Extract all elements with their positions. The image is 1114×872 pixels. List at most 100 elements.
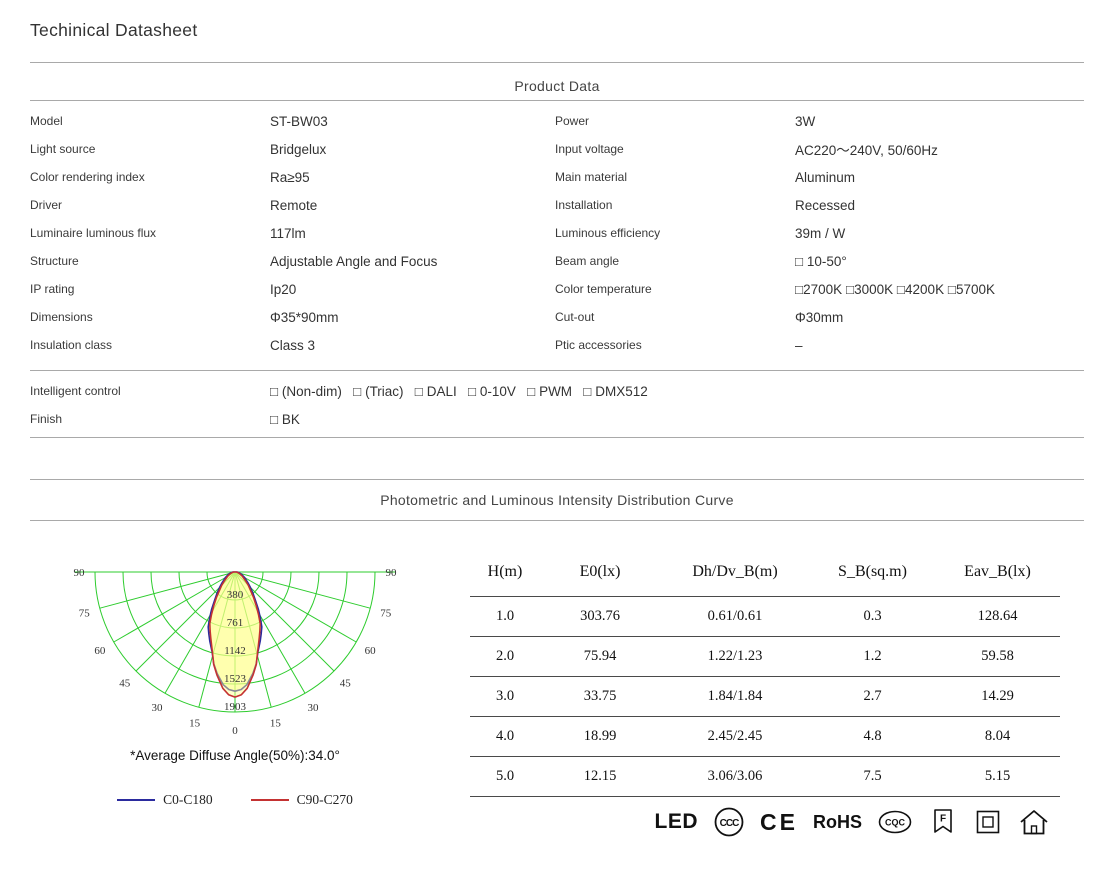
double-square-mark-icon — [976, 810, 1000, 834]
spec-label-luminous-flux: Luminaire luminous flux — [30, 226, 157, 240]
spec-label-ip-rating: IP rating — [30, 282, 75, 296]
spec-value-luminous-flux: 117lm — [270, 225, 306, 241]
spec-label-ptic-accessories: Ptic accessories — [555, 338, 642, 352]
svg-text:0: 0 — [232, 725, 238, 737]
svg-text:1903: 1903 — [224, 701, 247, 713]
f-mark-icon: F — [934, 809, 952, 833]
ccc-mark-label: CCC — [720, 818, 739, 829]
product-spec-grid: Model ST-BW03 Power 3W Light source Brid… — [30, 107, 1084, 359]
divider — [30, 62, 1084, 63]
ce-mark: CE — [760, 808, 798, 835]
table-row: 4.0 18.99 2.45/2.45 4.8 8.04 — [470, 716, 1060, 757]
cell: 1.22/1.23 — [660, 636, 810, 677]
svg-text:761: 761 — [227, 617, 244, 629]
table-row: 1.0 303.76 0.61/0.61 0.3 128.64 — [470, 596, 1060, 637]
spec-label-finish: Finish — [30, 412, 63, 426]
svg-text:1523: 1523 — [224, 673, 247, 685]
cell: 3.06/3.06 — [660, 756, 810, 797]
svg-text:60: 60 — [365, 645, 377, 657]
illuminance-table: H(m) E0(lx) Dh/Dv_B(m) S_B(sq.m) Eav_B(l… — [470, 548, 1060, 797]
spec-value-cri: Ra≥95 — [270, 169, 310, 185]
cell: 5.15 — [935, 756, 1060, 797]
svg-text:15: 15 — [270, 718, 282, 730]
cell: 128.64 — [935, 596, 1060, 637]
svg-text:380: 380 — [227, 589, 244, 601]
diffuse-angle-caption: *Average Diffuse Angle(50%):34.0° — [130, 748, 340, 763]
cell: 4.0 — [470, 716, 540, 757]
cell: 303.76 — [540, 596, 660, 637]
cell: 2.0 — [470, 636, 540, 677]
datasheet-page: Techinical Datasheet Product Data Model … — [0, 0, 1114, 872]
cell: 14.29 — [935, 676, 1060, 717]
svg-text:90: 90 — [74, 567, 86, 579]
table-header-row: H(m) E0(lx) Dh/Dv_B(m) S_B(sq.m) Eav_B(l… — [470, 548, 1060, 597]
c0-c180-line-swatch — [117, 799, 156, 801]
svg-text:30: 30 — [152, 702, 164, 714]
col-header: Dh/Dv_B(m) — [660, 548, 810, 597]
col-header: S_B(sq.m) — [810, 548, 935, 597]
svg-text:45: 45 — [119, 677, 131, 689]
rohs-mark: RoHS — [813, 811, 862, 832]
svg-text:60: 60 — [94, 645, 106, 657]
spec-value-main-material: Aluminum — [795, 169, 856, 185]
spec-label-structure: Structure — [30, 254, 79, 268]
spec-label-cri: Color rendering index — [30, 170, 145, 184]
photometric-section-title: Photometric and Luminous Intensity Distr… — [380, 492, 734, 508]
led-mark: LED — [654, 810, 699, 833]
svg-text:15: 15 — [189, 718, 201, 730]
spec-value-driver: Remote — [270, 197, 318, 213]
illuminance-table-wrap: H(m) E0(lx) Dh/Dv_B(m) S_B(sq.m) Eav_B(l… — [470, 548, 1060, 797]
spec-label-main-material: Main material — [555, 170, 628, 184]
spec-value-cut-out: Φ30mm — [795, 309, 844, 325]
spec-value-color-temperature: □2700K □3000K □4200K □5700K — [795, 281, 996, 297]
spec-value-input-voltage: AC220～240V, 50/60Hz — [795, 143, 938, 158]
table-row: 2.0 75.94 1.22/1.23 1.2 59.58 — [470, 636, 1060, 677]
spec-value-model: ST-BW03 — [270, 113, 328, 129]
cell: 3.0 — [470, 676, 540, 717]
cell: 2.7 — [810, 676, 935, 717]
cell: 2.45/2.45 — [660, 716, 810, 757]
cell: 12.15 — [540, 756, 660, 797]
spec-value-installation: Recessed — [795, 197, 856, 213]
c90-c270-line-swatch — [250, 799, 289, 801]
table-row: 5.0 12.15 3.06/3.06 7.5 5.15 — [470, 756, 1060, 797]
spec-label-light-source: Light source — [30, 142, 96, 156]
legend-item: C0-C180 — [117, 792, 213, 808]
cqc-mark-label: CQC — [885, 818, 906, 828]
svg-text:90: 90 — [386, 567, 398, 579]
spec-label-power: Power — [555, 114, 590, 128]
cell: 75.94 — [540, 636, 660, 677]
legend-label: C0-C180 — [163, 792, 213, 807]
svg-text:30: 30 — [308, 702, 320, 714]
spec-value-luminous-efficiency: 39m / W — [795, 225, 846, 241]
photometric-polar-chart: 0 15 15 30 30 45 45 60 60 75 75 90 90 380 761 1142 1523 1… — [74, 567, 398, 737]
divider — [30, 370, 1084, 371]
cell: 59.58 — [935, 636, 1060, 677]
spec-value-ip-rating: Ip20 — [270, 281, 297, 297]
cell: 1.2 — [810, 636, 935, 677]
cell: 33.75 — [540, 676, 660, 717]
cqc-mark-icon: CQC — [878, 810, 912, 834]
svg-text:45: 45 — [340, 677, 352, 689]
legend-item: C90-C270 — [250, 792, 353, 808]
cell: 8.04 — [935, 716, 1060, 757]
cell: 5.0 — [470, 756, 540, 797]
cell: 4.8 — [810, 716, 935, 757]
spec-label-cut-out: Cut-out — [555, 310, 595, 324]
col-header: H(m) — [470, 548, 540, 597]
ccc-mark-icon: CCC — [714, 807, 744, 837]
product-options-grid: Intelligent control □ (Non-dim) □ (Triac… — [30, 377, 1084, 433]
cell: 7.5 — [810, 756, 935, 797]
page-title: Techinical Datasheet — [30, 20, 198, 40]
f-mark-label: F — [940, 814, 946, 825]
spec-value-finish: □ BK — [270, 411, 300, 427]
cell: 18.99 — [540, 716, 660, 757]
house-mark-icon — [1020, 810, 1048, 835]
product-data-section-title: Product Data — [514, 78, 600, 94]
spec-value-structure: Adjustable Angle and Focus — [270, 253, 438, 269]
spec-label-color-temperature: Color temperature — [555, 282, 652, 296]
cell: 1.0 — [470, 596, 540, 637]
spec-value-light-source: Bridgelux — [270, 141, 327, 157]
spec-value-beam-angle: □ 10-50° — [795, 253, 847, 269]
divider — [30, 479, 1084, 480]
